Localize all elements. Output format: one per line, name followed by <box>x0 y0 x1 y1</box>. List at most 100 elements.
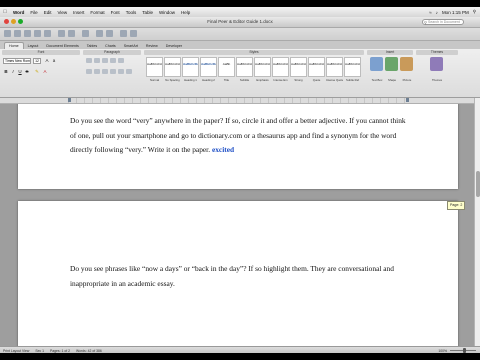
show-formatting-icon[interactable] <box>126 69 132 74</box>
undo-icon[interactable] <box>58 30 65 37</box>
zoom-level: 100% <box>438 348 447 353</box>
save-icon[interactable] <box>34 30 41 37</box>
strikethrough-icon[interactable]: S <box>24 69 30 75</box>
numbering-icon[interactable] <box>94 58 100 63</box>
style-name: Subtitle <box>239 78 250 82</box>
menu-view[interactable]: View <box>54 10 70 15</box>
zoom-slider[interactable] <box>450 348 476 353</box>
style-tile-emphasis[interactable]: AaBbCcDdEe <box>254 57 271 77</box>
scrollbar-thumb[interactable] <box>475 171 480 197</box>
toolbox-icon[interactable] <box>106 30 113 37</box>
redo-icon[interactable] <box>68 30 75 37</box>
line-spacing-icon[interactable] <box>118 69 124 74</box>
insert-group-header: Insert <box>367 50 413 55</box>
document-page-1[interactable]: Do you see the word “very” anywhere in t… <box>18 104 458 189</box>
style-tile-heading-1[interactable]: AaBbCcDc <box>182 57 199 77</box>
increase-indent-icon[interactable] <box>118 58 124 63</box>
menu-insert[interactable]: Insert <box>70 10 87 15</box>
paragraph-very[interactable]: Do you see the word “very” anywhere in t… <box>70 114 406 158</box>
menu-clock[interactable]: Mon 1:15 PM <box>442 10 469 15</box>
style-tile-intense-quote[interactable]: AaBbCcDdEe <box>326 57 343 77</box>
left-indent-marker[interactable] <box>68 98 71 102</box>
justify-icon[interactable] <box>110 69 116 74</box>
font-color-icon[interactable]: A <box>42 69 48 75</box>
tab-home[interactable]: Home <box>4 42 24 49</box>
print-icon[interactable] <box>44 30 51 37</box>
text-box-icon[interactable] <box>370 57 383 71</box>
style-tile-intense-emphasis[interactable]: AaBbCcDdEe <box>272 57 289 77</box>
menu-format[interactable]: Format <box>87 10 107 15</box>
document-search-input[interactable]: ⚲ Search in Document <box>422 19 464 25</box>
templates-icon[interactable] <box>14 30 21 37</box>
sidebar-toggle-icon[interactable] <box>96 30 103 37</box>
zoom-slider-knob[interactable] <box>463 348 466 353</box>
menu-edit[interactable]: Edit <box>41 10 55 15</box>
menu-word[interactable]: Word <box>10 10 27 15</box>
underline-icon[interactable]: U <box>17 69 23 75</box>
style-tile-quote[interactable]: AaBbCcDdEe <box>308 57 325 77</box>
menu-file[interactable]: File <box>27 10 40 15</box>
align-center-icon[interactable] <box>94 69 100 74</box>
inserted-word: excited <box>211 145 235 154</box>
shape-icon[interactable] <box>385 57 398 71</box>
view-mode-label[interactable]: Print Layout View <box>0 349 32 353</box>
font-size-select[interactable]: 12 <box>33 58 41 64</box>
document-page-2[interactable]: Do you see phrases like “now a days” or … <box>18 201 458 346</box>
format-painter-icon[interactable] <box>82 30 89 37</box>
new-document-icon[interactable] <box>4 30 11 37</box>
style-sample: AaBbCcDdEe <box>201 62 216 66</box>
align-left-icon[interactable] <box>86 69 92 74</box>
window-title-bar: Final Peer & Editor Guide 1.docx ⚲ Searc… <box>0 17 480 28</box>
paragraph-text: Do you see the word “very” anywhere in t… <box>70 116 406 154</box>
volume-icon[interactable]: ♪ <box>436 10 438 15</box>
highlight-color-icon[interactable]: ✎ <box>34 69 40 75</box>
multilevel-list-icon[interactable] <box>102 58 108 63</box>
style-tile-heading-2[interactable]: AaBbCcDdEe <box>200 57 217 77</box>
menu-window[interactable]: Window <box>156 10 178 15</box>
style-tile-title[interactable]: AaBb <box>218 57 235 77</box>
search-placeholder: Search in Document <box>428 20 460 24</box>
style-sample: AaBbCcDdEe <box>165 62 180 66</box>
zoom-menu-icon[interactable] <box>120 30 127 37</box>
font-name-select[interactable]: Times New Roman (Body) <box>3 58 31 64</box>
style-name: Intense Quote <box>326 78 343 82</box>
style-tile-strong[interactable]: AaBbCcDdEe <box>290 57 307 77</box>
wifi-icon[interactable]: ≈ <box>429 10 431 15</box>
style-tile-subtitle[interactable]: AaBbCcDdEe <box>236 57 253 77</box>
style-tile-subtle-reference[interactable]: AaBbCcDdEe <box>344 57 361 77</box>
system-menu-bar:  Word File Edit View Insert Format Font… <box>0 7 480 17</box>
zoom-control: 100% <box>438 348 480 353</box>
picture-icon[interactable] <box>400 57 413 71</box>
bullets-icon[interactable] <box>86 58 92 63</box>
word-count[interactable]: Words: 42 of 386 <box>73 349 105 353</box>
vertical-scrollbar[interactable] <box>474 98 480 346</box>
right-indent-marker[interactable] <box>406 98 409 102</box>
style-sample: AaBbCcDdEe <box>255 62 270 66</box>
menu-help[interactable]: Help <box>178 10 193 15</box>
open-icon[interactable] <box>24 30 31 37</box>
ribbon-tabs: Home Layout Document Elements Tables Cha… <box>0 41 480 49</box>
menu-tools[interactable]: Tools <box>123 10 140 15</box>
menu-extras: ≈ ♪ Mon 1:15 PM ⚲ <box>429 9 480 15</box>
menu-font[interactable]: Font <box>108 10 123 15</box>
decrease-indent-icon[interactable] <box>110 58 116 63</box>
grow-font-icon[interactable]: A <box>44 58 50 64</box>
menu-table[interactable]: Table <box>139 10 156 15</box>
shrink-font-icon[interactable]: a <box>51 58 57 64</box>
bold-icon[interactable]: B <box>3 69 9 75</box>
align-right-icon[interactable] <box>102 69 108 74</box>
document-canvas[interactable]: Do you see the word “very” anywhere in t… <box>0 104 474 346</box>
style-name: Heading 2 <box>202 78 215 82</box>
style-sample: AaBbCcDc <box>183 62 198 66</box>
help-icon[interactable] <box>130 30 137 37</box>
paragraph-phrases[interactable]: Do you see phrases like “now a days” or … <box>70 262 406 291</box>
style-tile-no-spacing[interactable]: AaBbCcDdEe <box>164 57 181 77</box>
paragraph-group-header: Paragraph <box>83 50 141 55</box>
apple-menu-icon[interactable]:  <box>0 9 10 15</box>
spotlight-icon[interactable]: ⚲ <box>473 9 476 15</box>
document-title: Final Peer & Editor Guide 1.docx <box>207 18 273 24</box>
style-name: Heading 1 <box>184 78 197 82</box>
style-tile-normal[interactable]: AaBbCcDdEe <box>146 57 163 77</box>
themes-icon[interactable] <box>430 57 443 71</box>
italic-icon[interactable]: I <box>10 69 16 75</box>
